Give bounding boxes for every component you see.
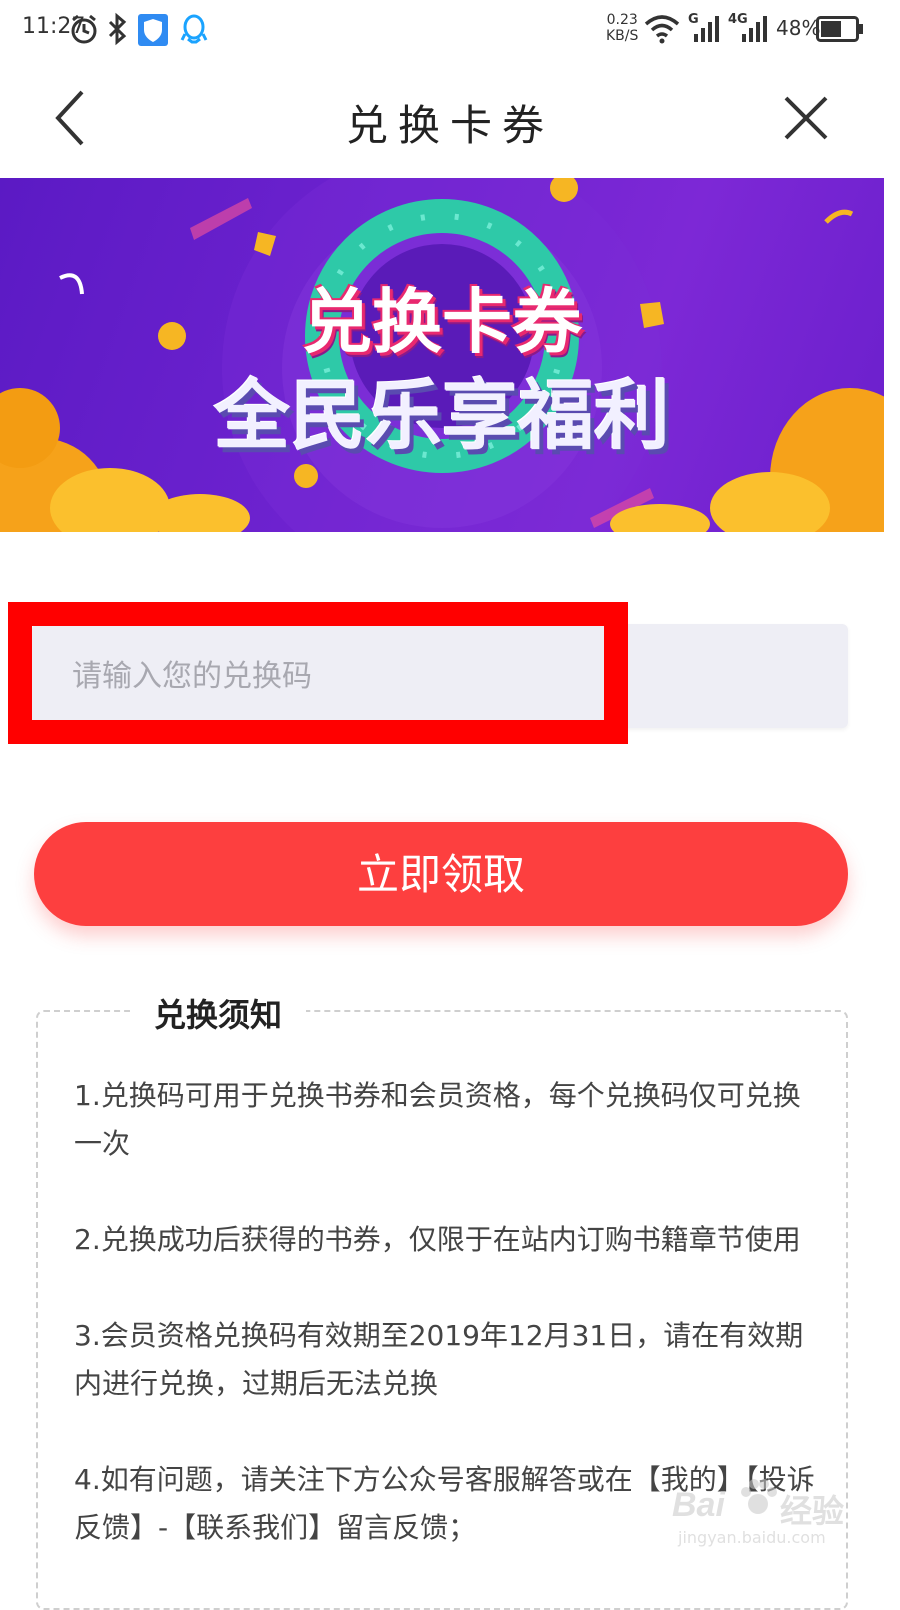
banner-headline: 兑换卡券 — [302, 281, 582, 363]
alarm-icon — [71, 14, 97, 44]
paw-icon — [741, 1479, 777, 1514]
redeem-code-input[interactable] — [32, 624, 642, 728]
page-title: 兑换卡券 — [345, 101, 554, 150]
qq-icon — [180, 14, 208, 44]
wifi-icon — [644, 15, 680, 44]
watermark-brand-2: 经验 — [780, 1492, 845, 1530]
status-bar: 11:27 0.23 KB/S G 4G 48% — [0, 0, 900, 64]
signal-icon — [694, 16, 719, 42]
close-icon[interactable] — [778, 90, 834, 146]
nav-bar: 兑换卡券 — [0, 64, 900, 176]
battery-icon — [816, 16, 863, 42]
network-speed: 0.23 KB/S — [606, 12, 639, 44]
claim-now-button[interactable]: 立即领取 — [34, 822, 848, 926]
notice-item-3: 3.会员资格兑换码有效期至2019年12月31日，请在有效期内进行兑换，过期后无… — [74, 1319, 804, 1400]
watermark-brand: Bai — [672, 1486, 725, 1524]
promo-banner: 兑换卡券 全民乐享福利 — [0, 178, 884, 532]
signal-icon-2 — [742, 16, 767, 42]
bluetooth-icon — [108, 12, 127, 46]
notice-item-2: 2.兑换成功后获得的书券，仅限于在站内订购书籍章节使用 — [74, 1223, 801, 1256]
shield-app-icon — [138, 14, 168, 46]
battery-percent: 48% — [776, 16, 821, 40]
baidu-jingyan-watermark: Bai 经验 jingyan.baidu.com — [672, 1472, 872, 1552]
notice-title: 兑换须知 — [130, 990, 307, 1036]
banner-subheadline: 全民乐享福利 — [214, 371, 670, 460]
notice-item-1: 1.兑换码可用于兑换书券和会员资格，每个兑换码仅可兑换一次 — [74, 1079, 801, 1160]
watermark-url: jingyan.baidu.com — [678, 1528, 826, 1547]
